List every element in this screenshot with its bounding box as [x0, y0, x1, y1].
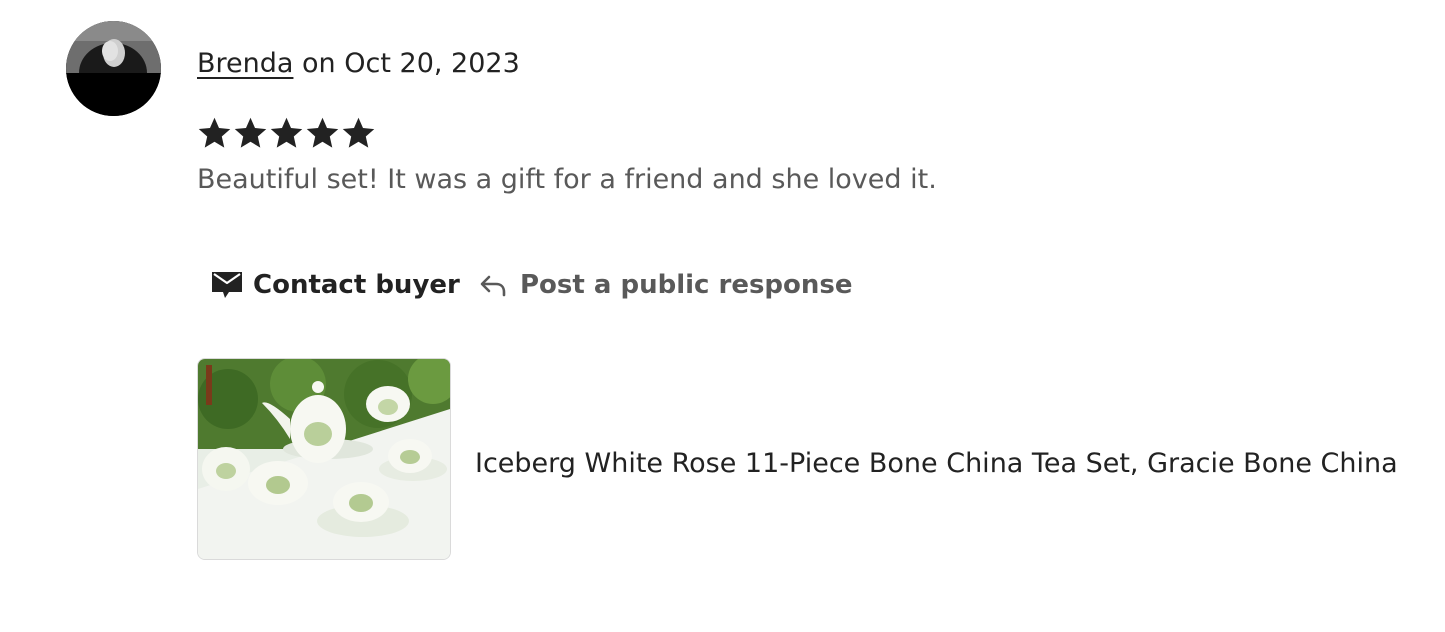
review-date: on Oct 20, 2023 — [293, 48, 520, 79]
star-icon — [198, 117, 231, 148]
reviewer-name-link[interactable]: Brenda — [197, 48, 293, 79]
post-public-response-button[interactable]: Post a public response — [478, 266, 853, 304]
envelope-icon — [212, 272, 242, 298]
contact-buyer-button[interactable]: Contact buyer — [211, 266, 460, 304]
contact-buyer-label: Contact buyer — [253, 270, 460, 300]
product-thumbnail[interactable] — [197, 358, 451, 560]
star-icon — [306, 117, 339, 148]
post-public-response-label: Post a public response — [520, 270, 853, 300]
review-meta: Brenda on Oct 20, 2023 — [197, 44, 520, 84]
reviewer-avatar[interactable] — [66, 21, 161, 116]
star-icon — [270, 117, 303, 148]
star-rating — [197, 114, 376, 152]
reply-arrow-icon — [480, 275, 506, 297]
star-icon — [234, 117, 267, 148]
star-icon — [342, 117, 375, 148]
review-text: Beautiful set! It was a gift for a frien… — [197, 164, 937, 195]
product-title-link[interactable]: Iceberg White Rose 11-Piece Bone China T… — [475, 444, 1398, 484]
